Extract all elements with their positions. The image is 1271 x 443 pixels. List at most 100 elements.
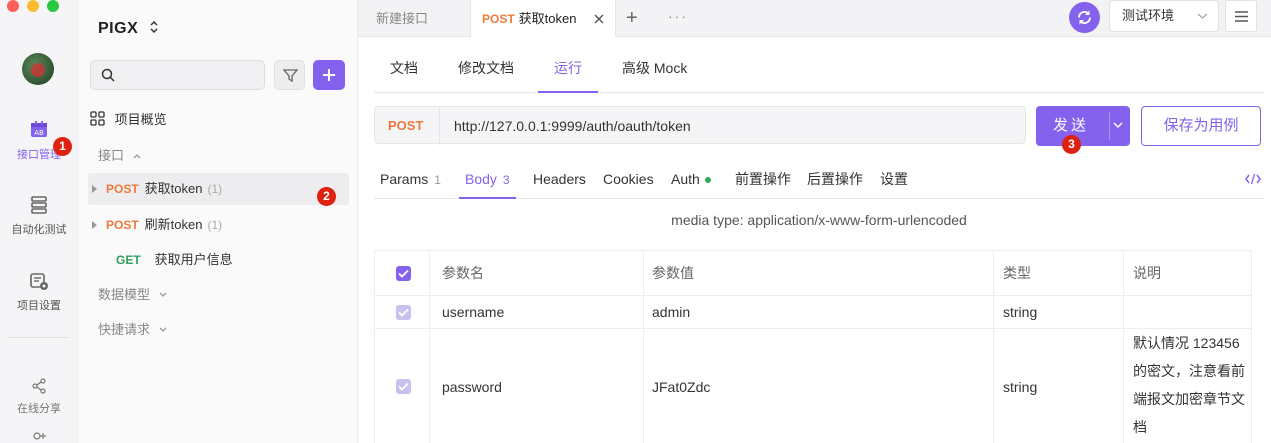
menu-button[interactable] [1225, 0, 1257, 32]
request-tabs: Params 1 Body 3 Headers Cookies Auth 前置操作 … [374, 158, 1264, 199]
tab-pre-actions[interactable]: 前置操作 [735, 158, 791, 199]
app-window: AB 接口管理 1 自动化测试 项目设置 在线分享 PIGX 项目概览 接口 P… [0, 0, 1271, 443]
tree-group-label: 快捷请求 [98, 322, 151, 337]
tab-post-actions[interactable]: 后置操作 [807, 158, 863, 199]
method-label: POST [106, 182, 139, 196]
row-check-cell [396, 296, 411, 328]
send-button[interactable]: 发送 [1036, 106, 1130, 146]
close-icon[interactable] [593, 13, 605, 25]
tree-group-label: 接口 [98, 148, 125, 163]
tree-group-quick-requests[interactable]: 快捷请求 [88, 314, 349, 346]
row-checkbox[interactable] [396, 379, 411, 394]
avatar[interactable] [22, 53, 54, 85]
tab-advanced-mock[interactable]: 高级 Mock [622, 37, 687, 93]
new-tab-button[interactable]: + [626, 8, 638, 28]
tab-bar: 新建接口 POST 获取token + ··· 测试环境 [358, 0, 1271, 37]
method-label: GET [116, 253, 141, 267]
param-value-cell[interactable]: admin [643, 296, 993, 328]
tree-group-label: 数据模型 [98, 287, 151, 302]
tree-group-data-models[interactable]: 数据模型 [88, 279, 349, 311]
request-url-bar[interactable]: POST http://127.0.0.1:9999/auth/oauth/to… [374, 106, 1026, 145]
request-url-input[interactable]: http://127.0.0.1:9999/auth/oauth/token [439, 107, 691, 145]
code-icon[interactable] [1245, 173, 1261, 185]
table-header-row: 参数名 参数值 类型 说明 [375, 251, 1251, 296]
column-header: 类型 [993, 251, 1123, 295]
tab-get-token[interactable]: POST 获取token [470, 0, 616, 37]
param-desc-cell[interactable] [1123, 296, 1251, 328]
tab-cookies[interactable]: Cookies [603, 158, 654, 199]
invite-user-icon[interactable] [31, 431, 47, 443]
chevron-down-icon[interactable] [1113, 122, 1123, 129]
desc-line: 端报文加密章节文 [1133, 391, 1245, 407]
tree-group-api[interactable]: 接口 [88, 140, 349, 172]
step-badge-2: 2 [317, 187, 336, 206]
param-type-cell[interactable]: string [993, 296, 1123, 328]
row-checkbox[interactable] [396, 304, 411, 320]
column-header: 参数值 [643, 251, 993, 295]
add-button[interactable] [313, 60, 345, 90]
tab-params[interactable]: Params 1 [380, 158, 441, 199]
tab-body[interactable]: Body 3 [459, 158, 516, 199]
rail-item-automation[interactable]: 自动化测试 [0, 195, 78, 237]
more-tabs-button[interactable]: ··· [668, 8, 688, 24]
param-value-cell[interactable]: JFat0Zdc [643, 329, 993, 443]
overview-grid-icon [90, 111, 105, 126]
project-switcher[interactable]: PIGX [98, 20, 159, 38]
table-row[interactable]: password JFat0Zdc string 默认情况 123456 的密文… [375, 329, 1251, 443]
tab-auth[interactable]: Auth [671, 158, 711, 199]
select-all-checkbox[interactable] [396, 265, 411, 281]
param-name-cell[interactable]: username [429, 296, 643, 328]
method-label: POST [106, 218, 139, 232]
maximize-window-button[interactable] [47, 0, 59, 12]
filter-icon [283, 69, 298, 83]
param-type-cell[interactable]: string [993, 329, 1123, 443]
environment-select[interactable]: 测试环境 [1109, 0, 1219, 32]
column-header: 说明 [1123, 251, 1251, 295]
tab-label: Body [465, 171, 497, 187]
environment-value: 测试环境 [1122, 8, 1175, 23]
api-tree-panel: PIGX 项目概览 接口 POST 获取token (1) 2 POST 刷新toke… [78, 0, 358, 443]
check-icon [398, 308, 409, 317]
rail-item-label: 自动化测试 [11, 224, 67, 236]
rail-item-project-settings[interactable]: 项目设置 [0, 271, 78, 313]
param-desc-cell[interactable]: 默认情况 123456 的密文，注意看前 端报文加密章节文 档 [1123, 329, 1251, 443]
project-title: PIGX [98, 20, 139, 37]
tree-item-refresh-token[interactable]: POST 刷新token (1) [88, 209, 349, 241]
tree-item-get-token[interactable]: POST 获取token (1) [88, 173, 349, 205]
chevron-down-icon [159, 327, 167, 332]
case-count: (1) [207, 182, 223, 196]
close-window-button[interactable] [7, 0, 19, 12]
param-name-cell[interactable]: password [429, 329, 643, 443]
desc-line: 档 [1133, 419, 1147, 435]
rail-item-share[interactable]: 在线分享 [0, 378, 78, 416]
tab-label: 新建接口 [376, 11, 429, 26]
tab-run[interactable]: 运行 [538, 37, 598, 93]
tab-label: Params [380, 171, 429, 187]
request-method[interactable]: POST [388, 107, 423, 145]
caret-right-icon [92, 185, 97, 194]
param-desc-text: 默认情况 123456 的密文，注意看前 端报文加密章节文 档 [1133, 329, 1245, 441]
save-as-case-button[interactable]: 保存为用例 [1141, 106, 1261, 146]
tab-settings[interactable]: 设置 [880, 158, 908, 199]
chevron-up-icon [133, 154, 141, 159]
sync-button[interactable] [1069, 2, 1100, 33]
minimize-window-button[interactable] [27, 0, 39, 12]
tab-new-api[interactable]: 新建接口 [376, 0, 428, 37]
tab-count: 1 [434, 173, 441, 187]
case-count: (1) [207, 218, 223, 232]
window-controls [7, 0, 59, 12]
tab-edit-docs[interactable]: 修改文档 [458, 37, 514, 93]
step-badge-1: 1 [53, 137, 72, 156]
api-icon: AB [31, 121, 47, 137]
tree-item-get-user-info[interactable]: GET 获取用户信息 [88, 244, 349, 276]
search-input[interactable] [90, 60, 265, 90]
hamburger-icon [1235, 11, 1248, 22]
tab-headers[interactable]: Headers [533, 158, 586, 199]
tab-docs[interactable]: 文档 [390, 37, 418, 93]
table-row[interactable]: username admin string [375, 296, 1251, 329]
main-panel: 新建接口 POST获取token + ··· 测试环境 文档 修改文档 运行 [358, 0, 1271, 443]
desc-line: 默认情况 123456 [1133, 335, 1240, 351]
filter-button[interactable] [274, 60, 305, 90]
tree-item-label: 获取token [144, 181, 203, 196]
tree-item-overview[interactable]: 项目概览 [88, 104, 349, 136]
